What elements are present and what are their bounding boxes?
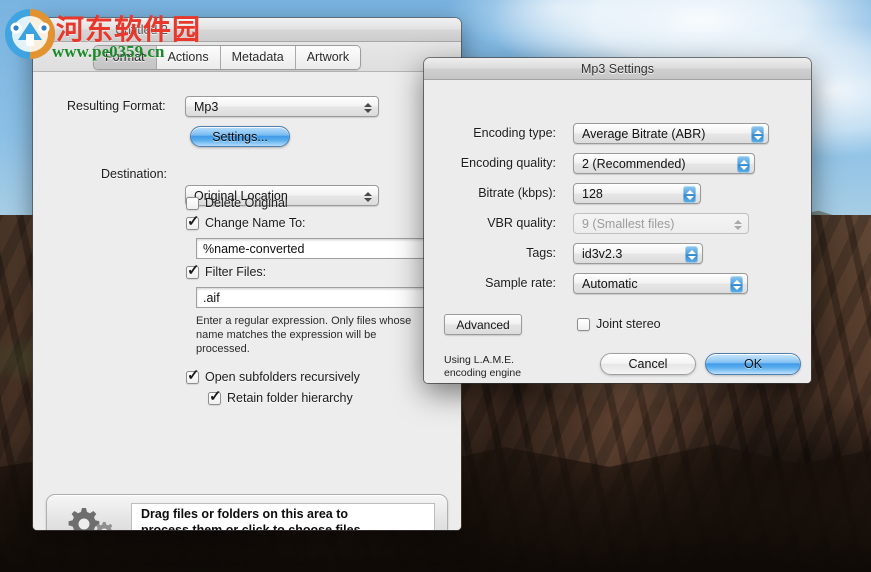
- open-subfolders-label: Open subfolders recursively: [205, 370, 360, 384]
- tab-metadata[interactable]: Metadata: [221, 46, 296, 69]
- ok-button[interactable]: OK: [705, 353, 801, 375]
- tags-row: Tags:: [436, 246, 556, 260]
- format-panel: Resulting Format: Mp3 Settings... Destin…: [33, 72, 461, 530]
- filter-files-input[interactable]: .aif: [196, 287, 441, 308]
- destination-label: Destination:: [101, 167, 167, 181]
- settings-button[interactable]: Settings...: [190, 126, 290, 147]
- vbr-quality-label: VBR quality:: [436, 216, 556, 230]
- engine-line1: Using L.A.M.E.: [444, 354, 521, 367]
- filter-files-label: Filter Files:: [205, 265, 266, 279]
- vbr-quality-popup: 9 (Smallest files): [573, 213, 749, 234]
- encoding-type-value: Average Bitrate (ABR): [574, 127, 705, 141]
- open-subfolders-checkbox[interactable]: Open subfolders recursively: [186, 370, 360, 384]
- sample-rate-value: Automatic: [574, 277, 638, 291]
- encoding-quality-row: Encoding quality:: [436, 156, 556, 170]
- advanced-button[interactable]: Advanced: [444, 314, 522, 335]
- filter-files-value: .aif: [197, 291, 220, 305]
- sample-rate-stepper-icon[interactable]: [730, 276, 743, 293]
- vbr-quality-row: VBR quality:: [436, 216, 556, 230]
- retain-hierarchy-label: Retain folder hierarchy: [227, 391, 353, 405]
- tab-actions[interactable]: Actions: [157, 46, 221, 69]
- encoding-quality-value: 2 (Recommended): [574, 157, 686, 171]
- bitrate-label: Bitrate (kbps):: [436, 186, 556, 200]
- change-name-input[interactable]: %name-converted: [196, 238, 441, 259]
- tags-value: id3v2.3: [574, 247, 622, 261]
- engine-line2: encoding engine: [444, 367, 521, 380]
- delete-original-box-icon: [186, 197, 199, 210]
- encoding-quality-popup[interactable]: 2 (Recommended): [573, 153, 755, 174]
- delete-original-label: Delete Original: [205, 196, 288, 210]
- converter-main-window: Untitled 2 Format Actions Metadata Artwo…: [33, 18, 461, 530]
- encoding-quality-label: Encoding quality:: [436, 156, 556, 170]
- encoding-quality-stepper-icon[interactable]: [737, 156, 750, 173]
- filter-files-checkbox[interactable]: Filter Files:: [186, 265, 266, 279]
- sample-rate-popup[interactable]: Automatic: [573, 273, 748, 294]
- destination-row: Destination:: [101, 167, 167, 181]
- mp3-dialog-body: Encoding type: Average Bitrate (ABR) Enc…: [424, 80, 811, 383]
- destination-stepper-icon[interactable]: [361, 188, 374, 205]
- tab-group: Format Actions Metadata Artwork: [93, 45, 361, 70]
- encoding-engine-note: Using L.A.M.E. encoding engine: [444, 354, 521, 380]
- bitrate-popup[interactable]: 128: [573, 183, 701, 204]
- change-name-value: %name-converted: [197, 242, 304, 256]
- gears-icon: [59, 502, 121, 531]
- delete-original-checkbox[interactable]: Delete Original: [186, 196, 288, 210]
- main-window-titlebar[interactable]: Untitled 2: [33, 18, 461, 42]
- change-name-label: Change Name To:: [205, 216, 306, 230]
- tab-bar: Format Actions Metadata Artwork: [33, 42, 461, 72]
- tags-label: Tags:: [436, 246, 556, 260]
- joint-stereo-label: Joint stereo: [596, 317, 661, 331]
- mp3-settings-dialog: Mp3 Settings Encoding type: Average Bitr…: [424, 58, 811, 383]
- dropzone-message: Drag files or folders on this area to pr…: [131, 503, 435, 531]
- dropzone-line2: process them or click to choose files.: [141, 522, 434, 531]
- tags-stepper-icon[interactable]: [685, 246, 698, 263]
- encoding-type-stepper-icon[interactable]: [751, 126, 764, 143]
- tab-artwork[interactable]: Artwork: [296, 46, 360, 69]
- resulting-format-popup[interactable]: Mp3: [185, 96, 379, 117]
- bitrate-value: 128: [574, 187, 603, 201]
- mp3-dialog-titlebar[interactable]: Mp3 Settings: [424, 58, 811, 80]
- encoding-type-row: Encoding type:: [436, 126, 556, 140]
- filter-files-hint: Enter a regular expression. Only files w…: [196, 314, 416, 356]
- tags-popup[interactable]: id3v2.3: [573, 243, 703, 264]
- joint-stereo-box-icon: [577, 318, 590, 331]
- retain-hierarchy-box-icon: [208, 392, 221, 405]
- dropzone-line1: Drag files or folders on this area to: [141, 506, 434, 522]
- bitrate-row: Bitrate (kbps):: [436, 186, 556, 200]
- tab-format[interactable]: Format: [94, 46, 157, 69]
- sample-rate-row: Sample rate:: [436, 276, 556, 290]
- encoding-type-label: Encoding type:: [436, 126, 556, 140]
- joint-stereo-checkbox[interactable]: Joint stereo: [577, 317, 661, 331]
- encoding-type-popup[interactable]: Average Bitrate (ABR): [573, 123, 769, 144]
- resulting-format-label: Resulting Format:: [67, 99, 166, 113]
- change-name-checkbox[interactable]: Change Name To:: [186, 216, 306, 230]
- resulting-format-stepper-icon[interactable]: [361, 99, 374, 116]
- change-name-box-icon: [186, 217, 199, 230]
- bitrate-stepper-icon[interactable]: [683, 186, 696, 203]
- vbr-quality-value: 9 (Smallest files): [574, 217, 674, 231]
- cancel-button[interactable]: Cancel: [600, 353, 696, 375]
- filter-files-box-icon: [186, 266, 199, 279]
- retain-hierarchy-checkbox[interactable]: Retain folder hierarchy: [208, 391, 353, 405]
- vbr-quality-stepper-icon: [731, 216, 744, 233]
- resulting-format-row: Resulting Format:: [67, 99, 166, 113]
- window-title: Untitled 2: [115, 23, 168, 37]
- file-dropzone[interactable]: Drag files or folders on this area to pr…: [46, 494, 448, 530]
- open-subfolders-box-icon: [186, 371, 199, 384]
- sample-rate-label: Sample rate:: [436, 276, 556, 290]
- mp3-dialog-title: Mp3 Settings: [581, 62, 654, 76]
- resulting-format-value: Mp3: [186, 100, 218, 114]
